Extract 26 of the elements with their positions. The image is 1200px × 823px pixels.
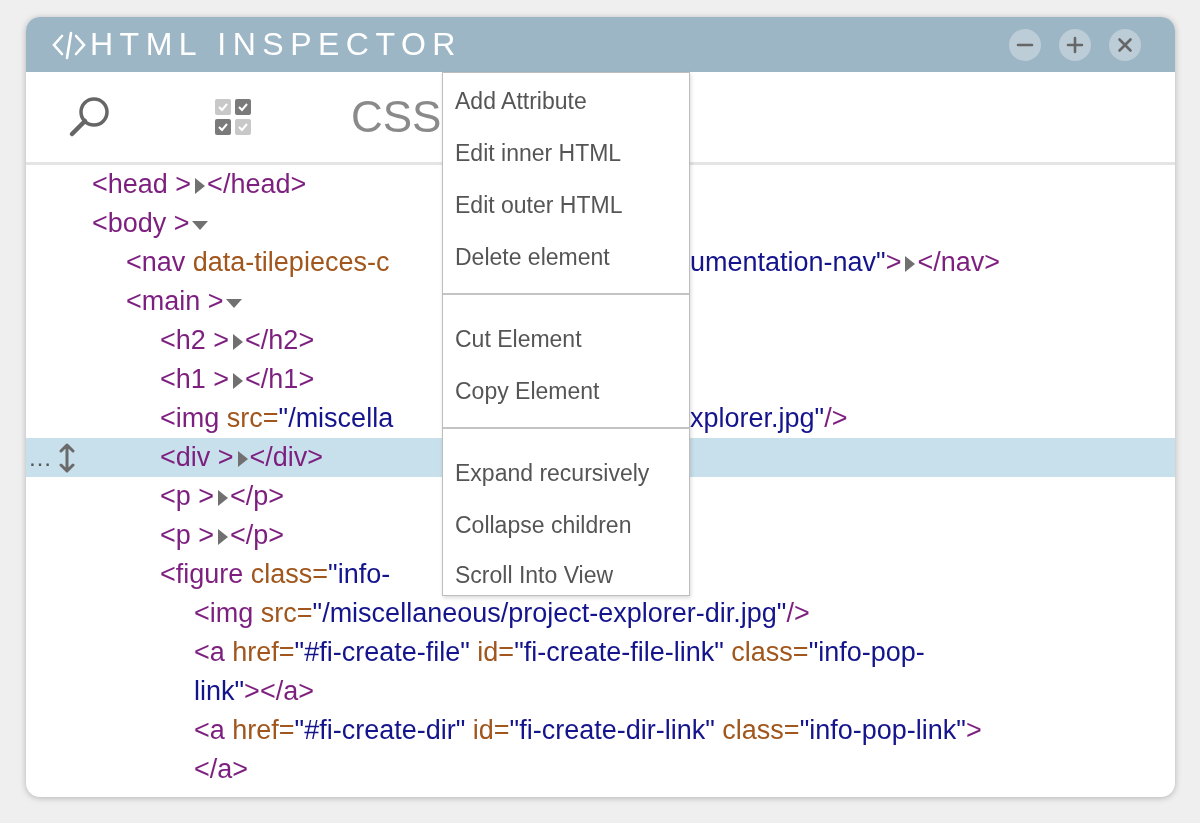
window-title: HTML INSPECTOR	[90, 26, 462, 63]
code-text: <p >	[160, 481, 215, 511]
code-text: umentation-nav">	[690, 247, 902, 277]
code-text: <img src="/miscella	[160, 403, 394, 433]
code-text: <h1 >	[160, 364, 230, 394]
code-text: <figure class="info-	[160, 559, 391, 589]
code-text: xplorer.jpg"/>	[690, 403, 848, 433]
code-text: <div >	[160, 442, 234, 472]
code-text: </p>	[230, 481, 285, 511]
code-text: <img src="/miscellaneous/project-explorer-dir.jpg"/>	[194, 598, 810, 628]
code-text: </div>	[249, 442, 324, 472]
code-text: <body >	[92, 208, 190, 238]
code-text: <a href="#fi-create-dir" id="fi-create-dir-link" class="info-pop-link">	[194, 715, 982, 745]
code-text: <main >	[126, 286, 224, 316]
code-text: <nav data-tilepieces-c	[126, 247, 390, 277]
code-text: </p>	[230, 520, 285, 550]
code-text: </h2>	[245, 325, 315, 355]
code-text: </nav>	[917, 247, 1001, 277]
code-text: </h1>	[245, 364, 315, 394]
code-text: <a href="#fi-create-file" id="fi-create-file-link" class="info-pop-	[194, 637, 925, 667]
code-text: <p >	[160, 520, 215, 550]
code-text: </a>	[194, 754, 249, 784]
code-text: <h2 >	[160, 325, 230, 355]
code-text: <head >	[92, 169, 192, 199]
code-text: link"></a>	[194, 676, 314, 706]
code-text: </head>	[207, 169, 307, 199]
